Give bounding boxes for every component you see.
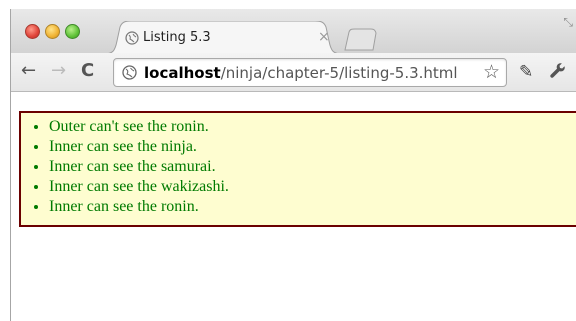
back-button[interactable]: ← <box>21 61 36 81</box>
results-box: Outer can't see the ronin. Inner can see… <box>19 111 576 227</box>
results-list: Outer can't see the ronin. Inner can see… <box>21 113 576 217</box>
list-item: Inner can see the ronin. <box>49 197 576 217</box>
extension-icon[interactable]: ✎ <box>519 62 533 82</box>
list-item: Inner can see the wakizashi. <box>49 177 576 197</box>
tab-close-icon[interactable]: × <box>318 29 330 45</box>
toolbar: ← → C localhost/ninja/chapter-5/listing-… <box>11 53 576 92</box>
new-tab-button[interactable] <box>343 28 379 52</box>
window-close-button[interactable] <box>25 24 40 39</box>
forward-button[interactable]: → <box>51 61 66 81</box>
fullscreen-icon[interactable]: ⤡ <box>563 15 573 30</box>
reload-button[interactable]: C <box>81 61 94 81</box>
tab-listing[interactable]: Listing 5.3 × <box>103 21 343 54</box>
tab-title: Listing 5.3 <box>143 30 211 45</box>
wrench-icon[interactable] <box>549 62 567 80</box>
bookmark-star-icon[interactable]: ☆ <box>483 61 500 83</box>
globe-icon <box>125 31 139 45</box>
browser-window: Listing 5.3 × ⤡ ← → C localhost/ninja/ch… <box>10 9 576 321</box>
list-item: Inner can see the samurai. <box>49 157 576 177</box>
url-path: /ninja/chapter-5/listing-5.3.html <box>220 64 458 82</box>
list-item: Inner can see the ninja. <box>49 137 576 157</box>
title-bar: Listing 5.3 × ⤡ <box>11 9 576 54</box>
url-host: localhost <box>144 64 221 82</box>
globe-icon <box>122 65 137 80</box>
url-text: localhost/ninja/chapter-5/listing-5.3.ht… <box>144 64 458 82</box>
address-bar[interactable]: localhost/ninja/chapter-5/listing-5.3.ht… <box>113 58 507 87</box>
tab-shape <box>103 21 343 54</box>
list-item: Outer can't see the ronin. <box>49 117 576 137</box>
window-maximize-button[interactable] <box>65 24 80 39</box>
window-minimize-button[interactable] <box>45 24 60 39</box>
